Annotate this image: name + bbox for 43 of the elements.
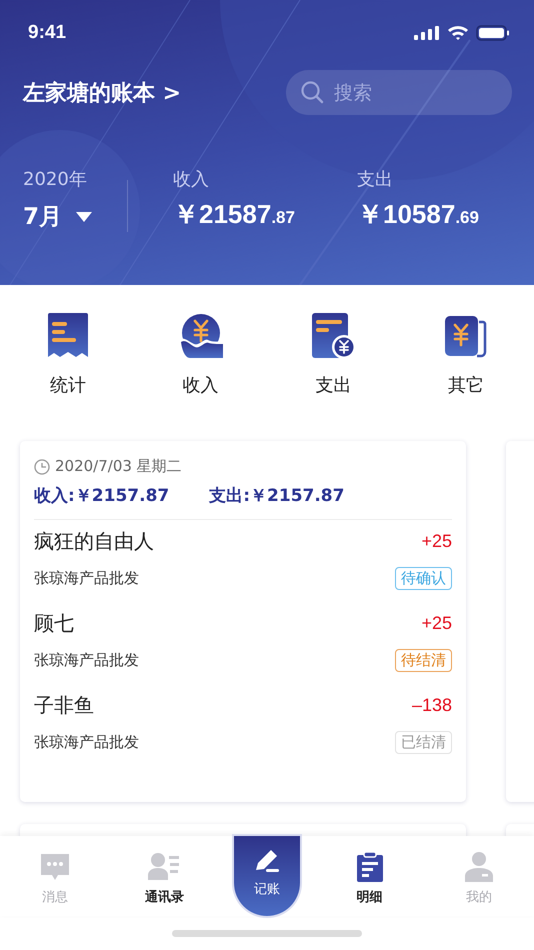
year-label: 2020年 [23,168,88,191]
entry-amount: –138 [412,695,452,716]
entry-company: 张琼海产品批发 [34,651,139,670]
signal-icon [414,26,440,40]
day-income: 收入:￥2157.87 [34,485,170,507]
entry-name[interactable]: 子非鱼 [34,692,94,719]
entry-name[interactable]: 顾七 [34,610,74,637]
income-label: 收入 [173,168,210,191]
expense-total: ￥10587.69 [357,198,479,231]
contacts-icon [148,852,180,882]
dropdown-icon[interactable] [76,212,92,222]
entry-amount: +25 [421,613,452,634]
day-expense: 支出:￥2157.87 [209,485,344,507]
status-time: 9:41 [28,22,66,44]
battery-icon [476,25,510,41]
bill-coin-icon[interactable] [310,313,356,359]
entry-company: 张琼海产品批发 [34,569,139,588]
action-label[interactable]: 其它 [448,373,484,397]
tab-item[interactable]: 明细 [330,836,410,906]
entry-name[interactable]: 疯狂的自由人 [34,528,154,555]
month-selector[interactable]: 7月 [23,201,62,232]
expense-label: 支出 [357,168,394,191]
entry-company: 张琼海产品批发 [34,733,139,752]
clock-icon [34,458,50,474]
user-icon [465,852,494,882]
tab-item[interactable]: 通讯录 [124,836,204,906]
income-total: ￥21587.87 [173,198,296,231]
wallet-icon[interactable] [444,313,487,359]
chat-icon [40,852,70,882]
wifi-icon [447,25,469,41]
search-icon [300,80,324,104]
action-label[interactable]: 统计 [50,373,86,397]
action-label[interactable]: 支出 [315,373,352,397]
card-date: 2020/7/03 星期二 [55,457,182,476]
receipt-icon[interactable] [48,313,88,359]
clipboard-icon [356,852,383,882]
status-tag: 待结清 [395,649,452,672]
ledger-title[interactable]: 左家塘的账本 > [23,78,182,108]
status-tag: 待确认 [395,567,452,590]
entry-amount: +25 [421,531,452,552]
record-button[interactable]: 记账 [234,836,300,916]
status-tag: 已结清 [395,731,452,754]
action-label[interactable]: 收入 [182,373,219,397]
